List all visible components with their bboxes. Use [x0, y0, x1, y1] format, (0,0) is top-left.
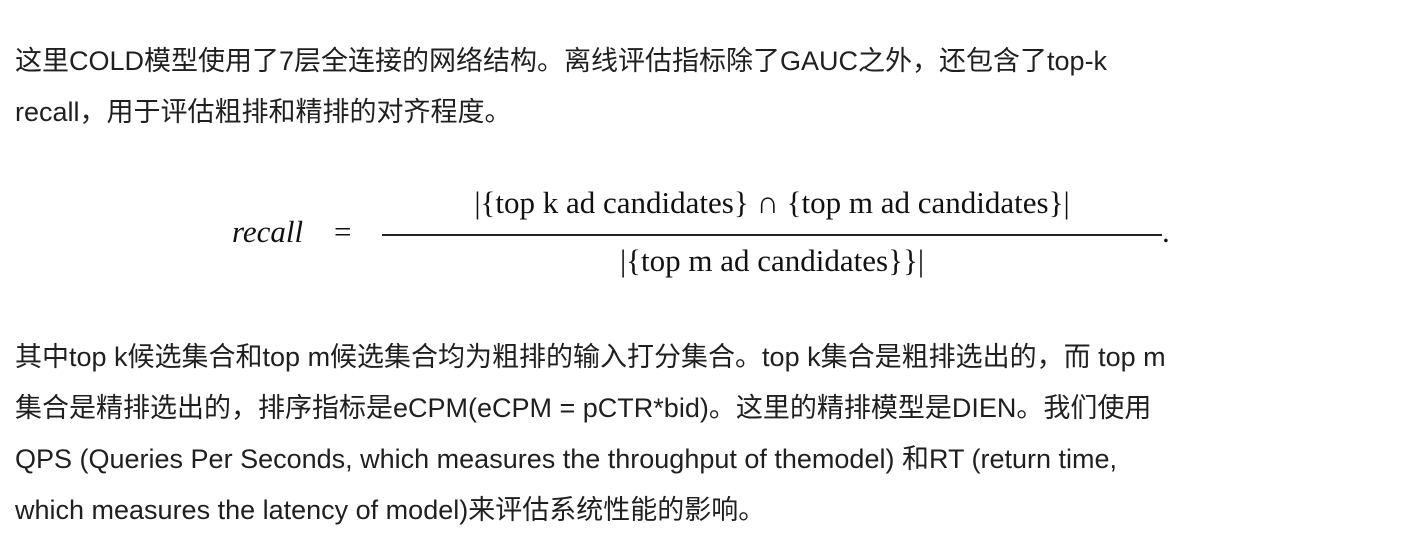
formula-numerator: |{top k ad candidates} ∩ {top m ad candi… [474, 185, 1070, 220]
explanation-paragraph: 其中top k候选集合和top m候选集合均为粗排的输入打分集合。top k集合… [15, 332, 1166, 536]
formula-denominator: |{top m ad candidates}}| [619, 243, 925, 278]
text-line: recall，用于评估粗排和精排的对齐程度。 [15, 97, 512, 127]
text-line: which measures the latency of model)来评估系… [15, 495, 766, 525]
formula-equals: = [334, 214, 352, 249]
recall-formula: recall = |{top k ad candidates} ∩ {top m… [232, 180, 1192, 290]
formula-lhs: recall [232, 214, 304, 249]
text-line: QPS (Queries Per Seconds, which measures… [15, 444, 1118, 474]
text-line: 这里COLD模型使用了7层全连接的网络结构。离线评估指标除了GAUC之外，还包含… [15, 46, 1108, 76]
text-line: 集合是精排选出的，排序指标是eCPM(eCPM = pCTR*bid)。这里的精… [15, 393, 1152, 423]
intro-paragraph: 这里COLD模型使用了7层全连接的网络结构。离线评估指标除了GAUC之外，还包含… [15, 36, 1107, 138]
fraction-bar [382, 234, 1162, 236]
formula-period: . [1162, 214, 1170, 249]
text-line: 其中top k候选集合和top m候选集合均为粗排的输入打分集合。top k集合… [15, 342, 1166, 372]
